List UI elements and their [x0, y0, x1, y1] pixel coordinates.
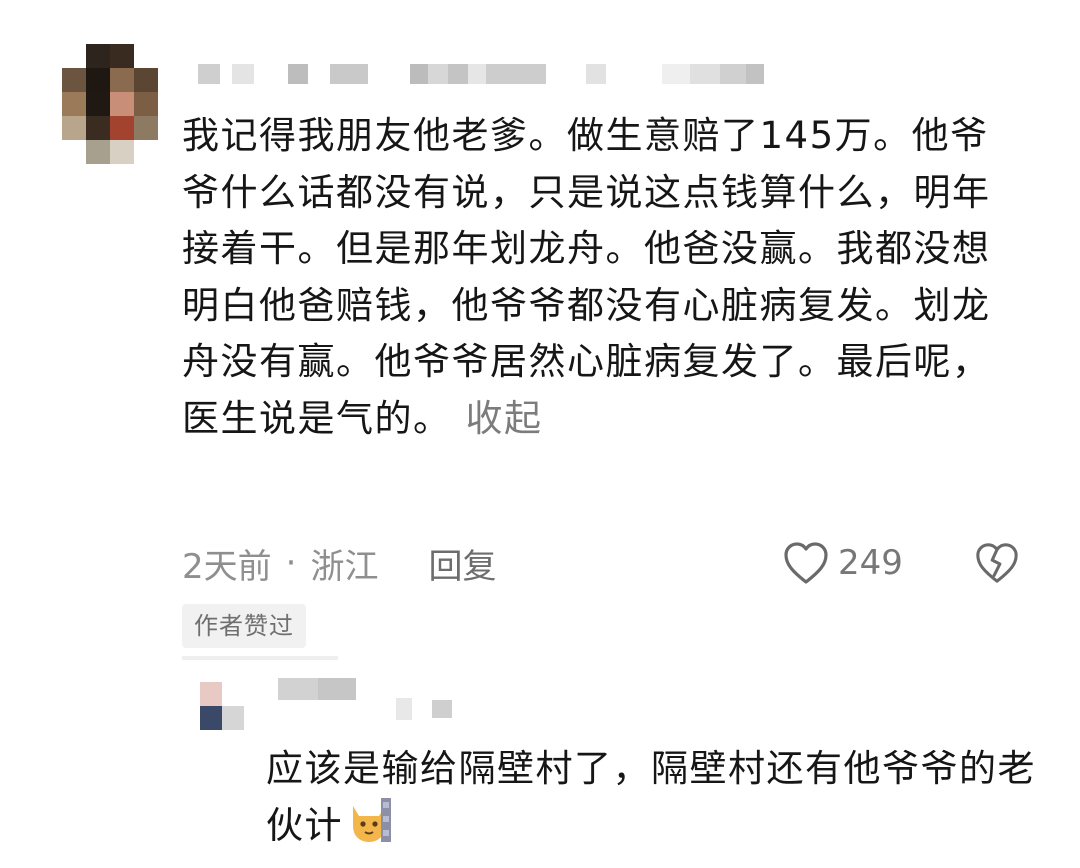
reply-body: 应该是输给隔壁村了，隔壁村还有他爷爷的老伙计: [266, 742, 1046, 853]
collapse-link[interactable]: 收起: [466, 397, 543, 440]
comment-time: 2天前: [182, 546, 272, 587]
reply-avatar[interactable]: [200, 682, 244, 730]
cat-emoji-icon: [347, 796, 391, 844]
meta-separator: ·: [285, 543, 297, 583]
author-liked-badge: 作者赞过: [182, 604, 306, 648]
comment-text: 我记得我朋友他老爹。做生意赔了145万。他爷爷什么话都没有说，只是说这点钱算什么…: [182, 114, 991, 440]
comment-meta: 2天前 · 浙江 回复 249: [182, 538, 1042, 588]
broken-heart-icon[interactable]: [974, 540, 1020, 586]
username-blurred[interactable]: [198, 64, 764, 84]
avatar[interactable]: [62, 44, 158, 164]
like-button[interactable]: 249: [782, 538, 903, 588]
heart-outline-icon: [784, 542, 828, 584]
comment-location: 浙江: [310, 546, 379, 587]
reply-username-blurred[interactable]: [278, 678, 452, 720]
divider: [182, 656, 338, 660]
reply-button[interactable]: 回复: [428, 539, 496, 588]
comment-body: 我记得我朋友他老爹。做生意赔了145万。他爷爷什么话都没有说，只是说这点钱算什么…: [182, 108, 1012, 447]
like-count: 249: [838, 543, 903, 583]
